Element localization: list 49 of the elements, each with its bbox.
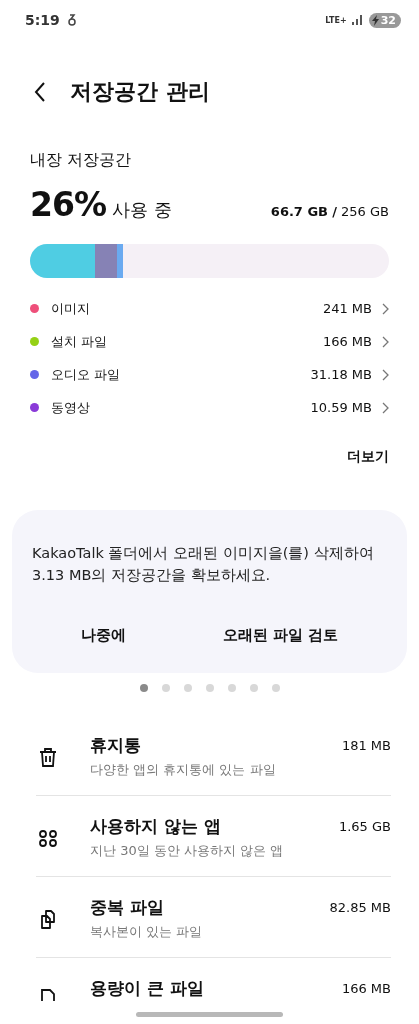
page-indicator-dot[interactable] [249,684,258,692]
charging-icon [371,14,379,26]
storage-tool-item[interactable]: 중복 파일 복사본이 있는 파일 82.85 MB [36,877,391,958]
item-title: 용량이 큰 파일 [90,977,205,1000]
page-indicator-dot[interactable] [227,684,236,692]
category-row[interactable]: 동영상 10.59 MB [30,391,389,424]
storage-tool-item[interactable]: 용량이 큰 파일 166 MB [36,958,391,1017]
card-action-button[interactable]: 오래된 파일 검토 [174,618,387,653]
network-type: LTE+ [325,15,347,25]
chevron-right-icon [382,302,389,315]
page-indicator-dot[interactable] [205,684,214,692]
page-indicator-dot[interactable] [139,684,148,692]
card-action-button[interactable]: 나중에 [32,618,174,653]
item-size: 181 MB [341,738,391,753]
category-row[interactable]: 이미지 241 MB [30,292,389,325]
item-size: 82.85 MB [329,900,391,915]
page-indicator-dot[interactable] [271,684,280,692]
status-time: 5:19 [25,12,60,28]
page-title: 저장공간 관리 [70,78,210,106]
battery-indicator: 32 [368,12,401,28]
page-indicator-dot[interactable] [161,684,170,692]
storage-tool-item[interactable]: 휴지통 다양한 앱의 휴지통에 있는 파일 181 MB [36,715,391,796]
file-icon [41,989,55,1001]
back-icon [34,81,46,103]
chevron-right-icon [382,368,389,381]
item-description: 다양한 앱의 휴지통에 있는 파일 [90,761,277,779]
usage-label: 사용 중 [112,198,173,222]
storage-amount: 66.7 GB / 256 GB [270,204,389,219]
category-row[interactable]: 오디오 파일 31.18 MB [30,358,389,391]
signal-icon [351,15,364,25]
item-title: 중복 파일 [90,896,165,919]
item-description: 복사본이 있는 파일 [90,923,204,941]
storage-tool-item[interactable]: 사용하지 않는 앱 지난 30일 동안 사용하지 않은 앱 1.65 GB [36,796,391,877]
notification-icon [67,14,76,26]
suggestion-message: KakaoTalk 폴더에서 오래된 이미지을(를) 삭제하여 3.13 MB의 저장공간을 확보하세요. [32,544,375,585]
chevron-right-icon [382,335,389,348]
home-indicator[interactable] [136,1012,283,1017]
item-title: 휴지통 [90,734,142,757]
item-title: 사용하지 않는 앱 [90,815,222,838]
trash-icon [37,746,59,770]
usage-percent: 26% [30,185,106,224]
item-description: 지난 30일 동안 사용하지 않은 앱 [90,842,285,860]
more-button[interactable]: 더보기 [347,444,389,470]
chevron-right-icon [382,401,389,414]
item-size: 1.65 GB [338,819,391,834]
section-title: 내장 저장공간 [30,150,133,171]
category-row[interactable]: 설치 파일 166 MB [30,325,389,358]
item-size: 166 MB [341,981,391,996]
page-indicator-dot[interactable] [183,684,192,692]
